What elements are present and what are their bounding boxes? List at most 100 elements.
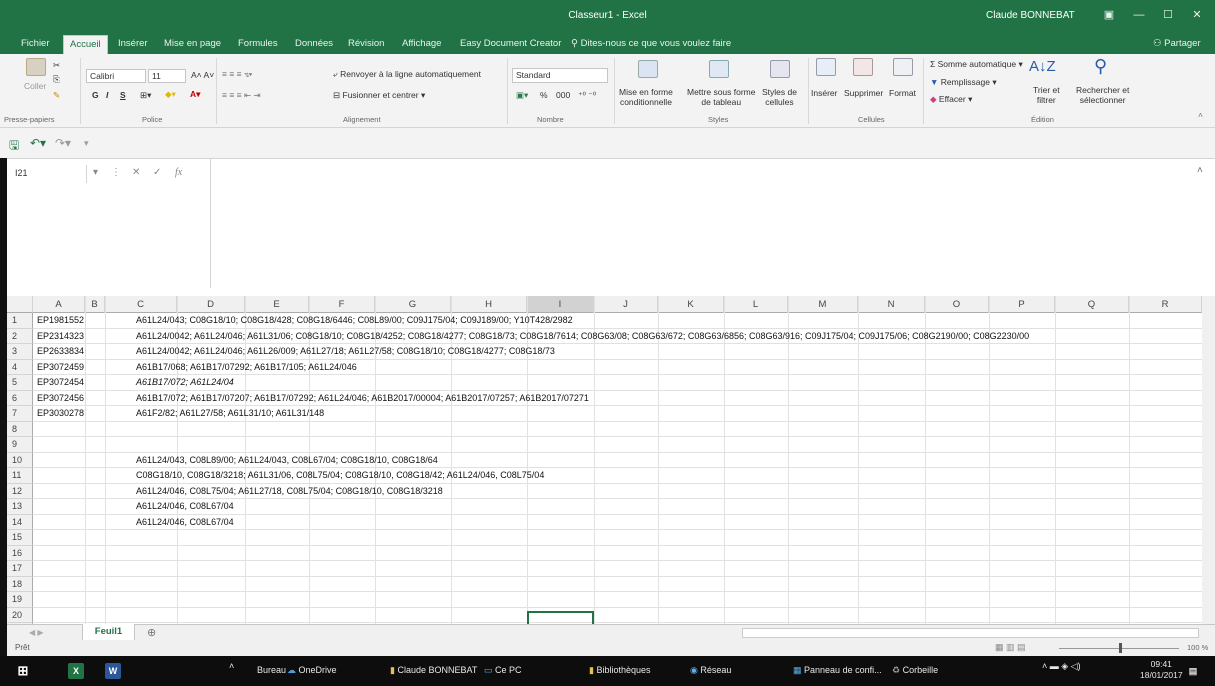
fill-color-icon[interactable]: ◆▾ <box>165 89 176 100</box>
cut-icon[interactable]: ✂ <box>53 60 60 71</box>
select-all-corner[interactable] <box>7 296 33 313</box>
tell-me-search[interactable]: ⚲ Dites-nous ce que vous voulez faire <box>571 38 731 49</box>
share-button[interactable]: ⚇ Partager <box>1153 38 1201 49</box>
undo-icon[interactable]: ↶▾ <box>30 136 46 150</box>
cell-c[interactable]: A61B17/072; A61L24/04 <box>136 375 234 391</box>
column-header-m[interactable]: M <box>788 296 858 313</box>
collapse-formula-icon[interactable]: ˄ <box>1197 165 1203 176</box>
minimize-button[interactable]: — <box>1131 7 1147 23</box>
tab-mise-en-page[interactable]: Mise en page <box>164 38 221 49</box>
merge-center-button[interactable]: ⊟ Fusionner et centrer ▾ <box>333 90 425 101</box>
row-header[interactable]: 1 <box>7 313 33 329</box>
tab-easy-document-creator[interactable]: Easy Document Creator <box>460 38 561 49</box>
sort-filter-button[interactable]: Trier et filtrer <box>1033 85 1060 105</box>
find-select-icon[interactable]: ⚲ <box>1094 56 1107 77</box>
underline-button[interactable]: S <box>120 90 126 100</box>
format-table-icon[interactable] <box>709 60 729 78</box>
tray-icons[interactable]: ˄ ▬ ◈ ◁) <box>1042 661 1081 672</box>
conditional-format-icon[interactable] <box>638 60 658 78</box>
name-box[interactable]: I21 <box>11 165 87 183</box>
row-header[interactable]: 14 <box>7 514 33 530</box>
cell-c[interactable]: A61L24/0042; A61L24/046; A61L26/009; A61… <box>136 344 555 360</box>
taskbar-item-user-folder[interactable]: ▮ Claude BONNEBAT <box>390 665 477 676</box>
row-header[interactable]: 6 <box>7 390 33 406</box>
cell-a[interactable]: EP3072459 <box>37 360 84 376</box>
font-name-select[interactable]: Calibri <box>86 69 146 83</box>
row-header[interactable]: 7 <box>7 406 33 422</box>
column-header-g[interactable]: G <box>375 296 451 313</box>
sort-filter-icon[interactable]: A↓Z <box>1029 58 1056 75</box>
ribbon-display-icon[interactable]: ▣ <box>1101 7 1117 23</box>
thousands-button[interactable]: 000 <box>556 90 570 100</box>
taskbar-item-onedrive[interactable]: ☁ OneDrive <box>287 665 337 676</box>
format-as-table-button[interactable]: Mettre sous forme de tableau <box>687 87 756 107</box>
row-header[interactable]: 11 <box>7 468 33 484</box>
tab-accueil[interactable]: Accueil <box>63 35 108 54</box>
cell-c[interactable]: A61B17/068; A61B17/07292; A61B17/105; A6… <box>136 360 357 376</box>
row-header[interactable]: 18 <box>7 576 33 592</box>
row-header[interactable]: 10 <box>7 452 33 468</box>
number-format-select[interactable]: Standard <box>512 68 608 83</box>
cell-c[interactable]: A61B17/072; A61B17/07207; A61B17/07292; … <box>136 391 589 407</box>
tab-inserer[interactable]: Insérer <box>118 38 148 49</box>
sheet-nav-icons[interactable]: ◀ ▶ <box>29 628 44 637</box>
row-header[interactable]: 3 <box>7 344 33 360</box>
row-header[interactable]: 17 <box>7 561 33 577</box>
cell-a[interactable]: EP2314323 <box>37 329 84 345</box>
bold-button[interactable]: G <box>92 90 99 100</box>
cell-c[interactable]: A61L24/046, C08L67/04 <box>136 515 234 531</box>
clear-button[interactable]: ◆ Effacer ▾ <box>930 94 972 105</box>
column-header-f[interactable]: F <box>309 296 375 313</box>
save-icon[interactable]: 🖫 <box>9 136 19 157</box>
column-header-o[interactable]: O <box>925 296 989 313</box>
row-header[interactable]: 8 <box>7 421 33 437</box>
column-header-p[interactable]: P <box>989 296 1055 313</box>
notifications-icon[interactable]: ▤ <box>1185 663 1201 679</box>
active-cell[interactable] <box>527 611 594 624</box>
cell-c[interactable]: A61F2/82; A61L27/58; A61L31/10; A61L31/1… <box>136 406 324 422</box>
column-header-q[interactable]: Q <box>1055 296 1129 313</box>
delete-cells-icon[interactable] <box>853 58 873 76</box>
sheet-tab-feuil1[interactable]: Feuil1 <box>82 624 135 641</box>
taskbar-item-corbeille[interactable]: ♻ Corbeille <box>892 665 938 676</box>
tab-affichage[interactable]: Affichage <box>402 38 441 49</box>
row-header[interactable]: 4 <box>7 359 33 375</box>
cell-a[interactable]: EP1981552 <box>37 313 84 329</box>
copy-icon[interactable]: ⎘ <box>53 74 60 85</box>
close-button[interactable]: ✕ <box>1189 7 1205 23</box>
cell-styles-icon[interactable] <box>770 60 790 78</box>
maximize-button[interactable]: ☐ <box>1160 7 1176 23</box>
cancel-icon[interactable]: ✕ <box>132 167 140 178</box>
cell-a[interactable]: EP3072456 <box>37 391 84 407</box>
insert-function-icon[interactable]: fx <box>175 167 182 178</box>
grow-font-icon[interactable]: A˄ A˅ <box>191 70 214 80</box>
namebox-dropdown-icon[interactable]: ▾ <box>93 167 98 178</box>
paste-button[interactable]: Coller <box>24 81 46 91</box>
italic-button[interactable]: I <box>106 90 108 100</box>
column-header-n[interactable]: N <box>858 296 925 313</box>
row-header[interactable]: 20 <box>7 607 33 623</box>
formula-input[interactable] <box>210 159 1215 289</box>
cell-c[interactable]: A61L24/046, C08L75/04; A61L27/18, C08L75… <box>136 484 443 500</box>
cell-c[interactable]: A61L24/0042; A61L24/046; A61L31/06; C08G… <box>136 329 1029 345</box>
format-cells-icon[interactable] <box>893 58 913 76</box>
column-header-r[interactable]: R <box>1129 296 1202 313</box>
cell-c[interactable]: A61L24/046, C08L67/04 <box>136 499 234 515</box>
currency-icon[interactable]: ▣▾ <box>516 90 528 101</box>
cell-c[interactable]: C08G18/10, C08G18/3218; A61L31/06, C08L7… <box>136 468 544 484</box>
view-buttons[interactable]: ▦ ▥ ▤ <box>995 642 1026 653</box>
column-header-d[interactable]: D <box>177 296 245 313</box>
column-header-l[interactable]: L <box>724 296 788 313</box>
format-painter-icon[interactable]: ✎ <box>53 90 60 101</box>
column-header-a[interactable]: A <box>33 296 85 313</box>
word-taskbar-icon[interactable]: W <box>105 663 121 679</box>
row-header[interactable]: 15 <box>7 530 33 546</box>
delete-cells-button[interactable]: Supprimer <box>844 88 883 98</box>
borders-icon[interactable]: ⊞▾ <box>140 90 151 101</box>
column-header-k[interactable]: K <box>658 296 724 313</box>
taskbar-item-reseau[interactable]: ◉ Réseau <box>690 665 731 676</box>
row-header[interactable]: 19 <box>7 592 33 608</box>
wrap-text-button[interactable]: ⤶ Renvoyer à la ligne automatiquement <box>333 69 481 80</box>
cell-a[interactable]: EP2633834 <box>37 344 84 360</box>
row-header[interactable]: 13 <box>7 499 33 515</box>
